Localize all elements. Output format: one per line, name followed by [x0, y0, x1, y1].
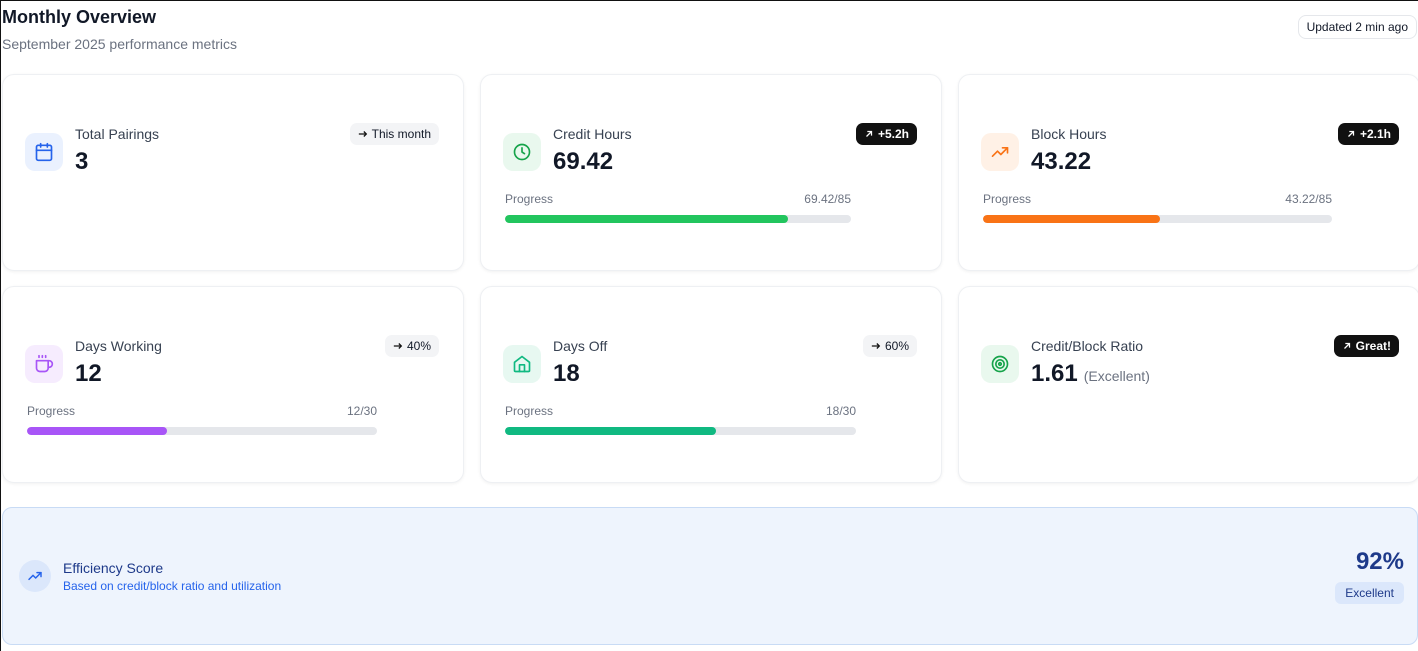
- progress-fill: [505, 215, 788, 223]
- calendar-icon: [25, 133, 63, 171]
- efficiency-title: Efficiency Score: [63, 560, 164, 576]
- arrow-right-icon: [871, 343, 881, 349]
- status-badge: 40%: [384, 335, 439, 357]
- card-value: 12: [75, 360, 102, 387]
- badge-label: 60%: [884, 339, 909, 353]
- card-value: 43.22: [1031, 148, 1092, 175]
- progress-bar: [27, 427, 377, 435]
- progress-value: 18/30: [825, 404, 856, 418]
- updated-badge: Updated 2 min ago: [1297, 15, 1417, 39]
- card-label: Days Working: [75, 338, 162, 354]
- badge-label: 40%: [406, 339, 431, 353]
- home-icon: [503, 345, 541, 383]
- status-badge: Great!: [1333, 335, 1399, 357]
- card-value: 3: [75, 148, 89, 175]
- badge-label: +2.1h: [1359, 127, 1391, 141]
- status-badge: 60%: [862, 335, 917, 357]
- card-days-working: Days Working 12 40% Progress 12/30: [2, 286, 464, 483]
- progress-value: 43.22/85: [1285, 192, 1332, 206]
- progress-bar: [505, 427, 856, 435]
- card-total-pairings: Total Pairings 3 This month: [2, 74, 464, 271]
- ratio-note: (Excellent): [1083, 368, 1150, 384]
- progress-fill: [505, 427, 716, 435]
- arrow-right-icon: [358, 131, 367, 137]
- efficiency-subtitle: Based on credit/block ratio and utilizat…: [63, 579, 282, 593]
- card-label: Block Hours: [1031, 126, 1107, 142]
- card-block-hours: Block Hours 43.22 +2.1h Progress 43.22/8…: [958, 74, 1418, 271]
- efficiency-score: 92%: [1355, 548, 1404, 575]
- trending-up-icon: [981, 133, 1019, 171]
- card-label: Days Off: [553, 338, 608, 354]
- page-subtitle: September 2025 performance metrics: [2, 36, 237, 52]
- badge-label: Great!: [1355, 339, 1391, 353]
- arrow-up-right-icon: [1343, 342, 1350, 349]
- trending-up-icon: [19, 560, 51, 592]
- arrow-right-icon: [393, 343, 403, 349]
- progress-fill: [983, 215, 1161, 223]
- card-value: 69.42: [553, 148, 614, 175]
- badge-label: +5.2h: [877, 127, 909, 141]
- ratio-value: 1.61: [1031, 360, 1078, 387]
- card-value: 18: [553, 360, 580, 387]
- target-icon: [981, 345, 1019, 383]
- page-title: Monthly Overview: [2, 7, 157, 27]
- status-badge: This month: [349, 123, 439, 145]
- card-value: 1.61 (Excellent): [1031, 360, 1150, 388]
- progress-bar: [505, 215, 851, 223]
- arrow-up-right-icon: [866, 130, 873, 137]
- page-header: Monthly Overview September 2025 performa…: [2, 5, 1417, 55]
- efficiency-score-panel: Efficiency Score Based on credit/block r…: [2, 507, 1418, 645]
- card-label: Total Pairings: [75, 126, 160, 142]
- arrow-up-right-icon: [1348, 130, 1355, 137]
- card-days-off: Days Off 18 60% Progress 18/30: [480, 286, 942, 483]
- clock-icon: [503, 133, 541, 171]
- card-credit-hours: Credit Hours 69.42 +5.2h Progress 69.42/…: [480, 74, 942, 271]
- status-badge: +2.1h: [1337, 123, 1399, 145]
- efficiency-rating-badge: Excellent: [1335, 582, 1404, 604]
- card-label: Credit/Block Ratio: [1031, 338, 1144, 354]
- card-label: Credit Hours: [553, 126, 632, 142]
- badge-label: This month: [371, 127, 431, 141]
- progress-bar: [983, 215, 1332, 223]
- status-badge: +5.2h: [855, 123, 917, 145]
- card-credit-block-ratio: Credit/Block Ratio 1.61 (Excellent) Great…: [958, 286, 1418, 483]
- progress-value: 69.42/85: [804, 192, 851, 206]
- progress-fill: [27, 427, 167, 435]
- progress-value: 12/30: [346, 404, 377, 418]
- coffee-icon: [25, 345, 63, 383]
